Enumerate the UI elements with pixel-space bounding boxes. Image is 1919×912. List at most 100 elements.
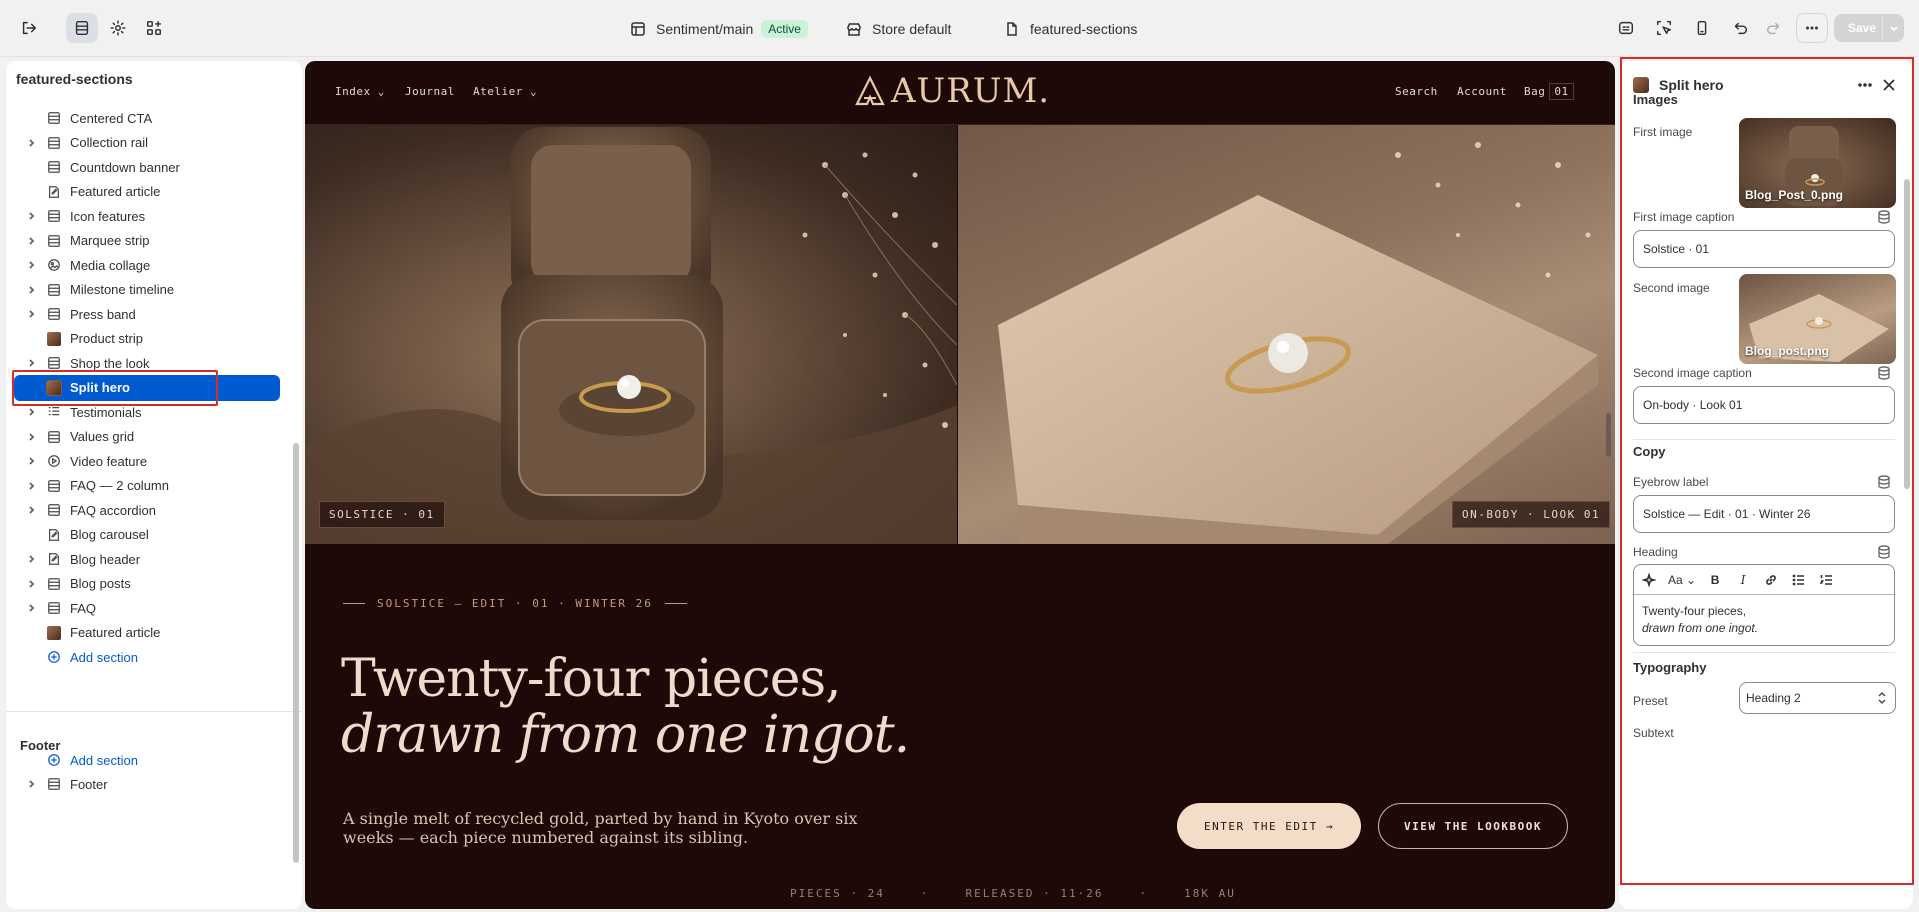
sidebar-item-collection-rail[interactable]: Collection rail [14,130,280,156]
sidebar-item-countdown-banner[interactable]: Countdown banner [14,154,280,180]
settings-scrollbar[interactable] [1904,179,1910,489]
sidebar-item-milestone-timeline[interactable]: Milestone timeline [14,277,280,303]
chevron-right-icon[interactable] [24,236,40,246]
sidebar-item-media-collage[interactable]: Media collage [14,252,280,278]
nav-account-link[interactable]: Account [1457,85,1507,98]
sidebar-item-featured-article[interactable]: Featured article [14,179,280,205]
dynamic-source-icon[interactable] [1877,366,1891,380]
sidebar-item-footer[interactable]: Footer [14,771,280,797]
section-icon [46,306,62,322]
first-caption-label: First image caption [1633,210,1735,224]
nav-search-link[interactable]: Search [1395,85,1438,98]
preview-scrollbar[interactable] [1606,413,1611,457]
dynamic-source-icon[interactable] [1877,475,1891,489]
chevron-right-icon[interactable] [24,260,40,270]
exit-icon[interactable] [13,13,45,43]
bold-icon[interactable]: B [1706,570,1724,590]
chevron-right-icon[interactable] [24,138,40,148]
nav-journal-link[interactable]: Journal [405,85,455,98]
heading-rich-text-editor[interactable]: Aa ⌄ B I Twenty-four pieces, drawn from … [1633,564,1895,646]
sidebar-item-product-strip[interactable]: Product strip [14,326,280,352]
text-size-icon[interactable]: Aa ⌄ [1668,570,1696,590]
sidebar-item-faq[interactable]: FAQ [14,595,280,621]
apps-icon[interactable] [138,13,170,43]
sidebar-item-split-hero[interactable]: Split hero [14,374,280,401]
nav-atelier-link[interactable]: Atelier ⌄ [473,85,537,98]
chevron-right-icon[interactable] [24,211,40,221]
chevron-right-icon[interactable] [24,432,40,442]
add-section-button[interactable]: Add section [14,644,280,670]
hero-image-left[interactable]: SOLSTICE · 01 [305,125,957,544]
save-options-chevron-icon[interactable] [1882,14,1904,42]
sidebar-item-blog-carousel[interactable]: Blog carousel [14,522,280,548]
sidebar-item-blog-header[interactable]: Blog header [14,546,280,572]
preset-select[interactable]: Heading 2 [1739,682,1896,714]
sidebar-item-faq-accordion[interactable]: FAQ accordion [14,497,280,523]
rte-content[interactable]: Twenty-four pieces, drawn from one ingot… [1634,595,1894,645]
template-selector[interactable]: featured-sections [1004,17,1137,41]
sidebar-item-marquee-strip[interactable]: Marquee strip [14,228,280,254]
dynamic-source-icon[interactable] [1877,545,1891,559]
dynamic-source-icon[interactable] [1877,210,1891,224]
gear-icon[interactable] [102,13,134,43]
chevron-right-icon[interactable] [24,285,40,295]
chevron-right-icon[interactable] [24,456,40,466]
ai-sparkle-icon[interactable] [1640,570,1658,590]
bullet-list-icon[interactable] [1790,570,1808,590]
enter-edit-button[interactable]: ENTER THE EDIT → [1177,803,1361,849]
view-lookbook-button[interactable]: VIEW THE LOOKBOOK [1378,803,1568,849]
nav-index-link[interactable]: Index ⌄ [335,85,385,98]
eyebrow-input[interactable]: Solstice — Edit · 01 · Winter 26 [1633,495,1895,533]
chevron-right-icon[interactable] [24,505,40,515]
inspector-icon[interactable] [1610,13,1642,43]
link-icon[interactable] [1762,570,1780,590]
sidebar-item-icon-features[interactable]: Icon features [14,203,280,229]
rte-toolbar: Aa ⌄ B I [1634,565,1894,595]
chevron-right-icon[interactable] [24,309,40,319]
store-logo[interactable]: AURUM. [853,71,1050,111]
store-selector[interactable]: Store default [846,17,951,41]
chevron-right-icon[interactable] [24,603,40,613]
chevron-right-icon[interactable] [24,579,40,589]
undo-icon[interactable] [1724,13,1756,43]
sidebar-item-faq-2-column[interactable]: FAQ — 2 column [14,473,280,499]
numbered-list-icon[interactable] [1818,570,1836,590]
more-actions-icon[interactable] [1796,13,1828,43]
sidebar-item-values-grid[interactable]: Values grid [14,424,280,450]
footer-add-section-button[interactable]: Add section [14,747,280,773]
hero-stats: PIECES · 24 · RELEASED · 11·26 · 18K AU [790,887,1236,900]
sidebar-item-video-feature[interactable]: Video feature [14,448,280,474]
second-image-picker[interactable]: Blog_post.png [1739,274,1896,364]
chevron-right-icon[interactable] [24,358,40,368]
italic-icon[interactable]: I [1734,570,1752,590]
close-icon[interactable] [1877,73,1901,97]
chevron-right-icon[interactable] [24,407,40,417]
stat-pieces: PIECES · 24 [790,887,885,900]
hero-image-right[interactable]: ON-BODY · LOOK 01 [958,125,1615,544]
more-options-icon[interactable] [1853,73,1877,97]
heading-label: Heading [1633,545,1678,559]
sidebar-item-shop-the-look[interactable]: Shop the look [14,350,280,376]
redo-icon[interactable] [1758,13,1790,43]
first-image-picker[interactable]: Blog_Post_0.png [1739,118,1896,208]
second-caption-input[interactable]: On-body · Look 01 [1633,386,1895,424]
sidebar-item-featured-article[interactable]: Featured article [14,620,280,646]
nav-bag-link[interactable]: Bag 01 [1524,83,1574,100]
chevron-right-icon[interactable] [24,481,40,491]
sidebar-scroll-thumb[interactable] [293,443,299,863]
chevron-right-icon[interactable] [24,779,40,789]
mobile-preview-icon[interactable] [1686,13,1718,43]
sections-icon[interactable] [66,13,98,43]
sidebar-item-blog-posts[interactable]: Blog posts [14,571,280,597]
save-button[interactable]: Save [1834,14,1904,42]
sidebar-item-centered-cta[interactable]: Centered CTA [14,105,280,131]
first-caption-input[interactable]: Solstice · 01 [1633,230,1895,268]
sidebar-item-testimonials[interactable]: Testimonials [14,399,280,425]
sidebar-item-press-band[interactable]: Press band [14,301,280,327]
chevron-right-icon[interactable] [24,554,40,564]
theme-selector[interactable]: Sentiment/main Active [630,17,808,41]
select-element-icon[interactable] [1648,13,1680,43]
plus-circle-icon [46,752,62,768]
storefront-preview: Index ⌄ Journal Atelier ⌄ AURUM. Search … [305,61,1615,909]
sidebar-scrollbar[interactable] [292,151,300,909]
